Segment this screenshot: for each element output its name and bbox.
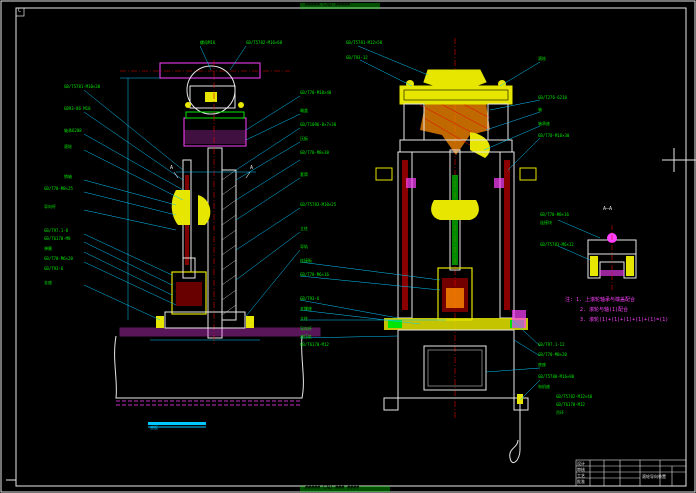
left-side-view [83, 45, 321, 428]
callout-label: 导向杆 [44, 204, 56, 209]
callout-label: 导向杆 [300, 326, 312, 331]
callout-label: GB/T5781-M12×50 [346, 40, 383, 45]
callout-label: 压板 [300, 136, 308, 141]
callout-label: GB/T5783-M6×12 [540, 242, 574, 247]
callout-label: 连接块 [540, 220, 552, 225]
drawing-bottom-title: ##### CAD ### #### [305, 485, 360, 491]
callout-label: 螺母M16 [200, 40, 216, 45]
title-block-row: 工艺 [577, 473, 585, 478]
callout-label: GB93-86 M10 [64, 106, 91, 111]
callout-label: GB/T6170-M8 [44, 236, 71, 241]
note-3: 3. 滚轮(1)+(1)+(1)+(1)+(1)=(1) [580, 317, 669, 323]
callout-label: 底座 [538, 362, 546, 367]
callout-label: GB/T5783-M10×25 [300, 202, 337, 207]
callout-label: GB/T6170-M12 [300, 342, 329, 347]
section-mark-left: A [170, 165, 174, 171]
callout-label: 导轨 [300, 244, 308, 249]
drawing-top-title: ##### CAD ##### [305, 2, 351, 8]
outer-frame [0, 0, 696, 493]
callout-label: 立柱 [300, 316, 308, 321]
section-title: A—A [603, 206, 613, 212]
section-mark-right: A [250, 165, 254, 171]
callout-label: 底板 [150, 425, 158, 430]
callout-label: GB/T97.1-8 [44, 228, 69, 233]
callout-label: GB/T97.1-12 [538, 342, 565, 347]
callout-label: 连接板 [300, 258, 312, 263]
callout-label: GB/T5780-M16×80 [538, 374, 575, 379]
title-block-name: 滚轮导向装置 [642, 474, 666, 479]
zone-letter: C [18, 8, 22, 14]
callout-label: 滚轮 [64, 144, 72, 149]
callout-label: GB/T70-M6×20 [44, 256, 73, 261]
callout-label: GB/T70-M8×25 [44, 186, 73, 191]
callout-label: 支撑座 [300, 306, 312, 311]
callout-label: 立柱 [300, 226, 308, 231]
callout-label: 套筒 [300, 172, 308, 177]
callout-label: GB/T1096-8×7×30 [300, 122, 337, 127]
callout-label: 弹簧 [44, 246, 52, 251]
callout-label: GB/T93-6 [300, 296, 320, 301]
callout-label: 轴承座 [538, 121, 550, 126]
callout-label: GB/T5782-M12×40 [556, 394, 593, 399]
inner-frame [15, 7, 687, 487]
title-block [575, 459, 687, 487]
note-1: 注: 1. 上滚轮轴承与端盖配合 [565, 297, 636, 303]
callout-label: 液压缸 [300, 334, 312, 339]
callout-label: GB/T93-6 [44, 266, 64, 271]
callout-label: GB/T5781-M10×30 [64, 84, 101, 89]
callout-label: 吊环 [556, 410, 564, 415]
title-block-row: 批准 [577, 479, 585, 484]
callout-label: 端盖 [300, 108, 308, 113]
callout-label: 轴承6208 [64, 128, 82, 133]
callout-label: GB/T70-M10×40 [300, 90, 332, 95]
callout-label: GB/T70-M10×30 [538, 133, 570, 138]
note-2: 2. 滚轮与轴(1)配合 [580, 307, 629, 313]
callout-label: GB/T6170-M12 [556, 402, 585, 407]
title-block-row: 设计 [577, 461, 585, 466]
callout-label: GB/T5782-M16×60 [246, 40, 283, 45]
callout-label: 轴 [538, 107, 542, 112]
callout-label: GB/T70-M8×20 [538, 352, 567, 357]
callout-label: GB/T276-6210 [538, 95, 567, 100]
callout-label: GB/T70-M8×16 [540, 212, 569, 217]
cad-drawing [0, 0, 696, 493]
title-block-row: 审核 [577, 467, 585, 472]
front-view [299, 38, 541, 463]
callout-label: 销轴 [64, 174, 72, 179]
section-a-a [557, 219, 637, 290]
callout-label: GB/T70-M8×30 [300, 150, 329, 155]
callout-label: 支座 [44, 280, 52, 285]
callout-label: GB/T93-12 [346, 55, 368, 60]
callout-label: GB/T70-M6×16 [300, 272, 329, 277]
callout-label: 滚轮 [538, 56, 546, 61]
callout-label: 电机座 [538, 384, 550, 389]
